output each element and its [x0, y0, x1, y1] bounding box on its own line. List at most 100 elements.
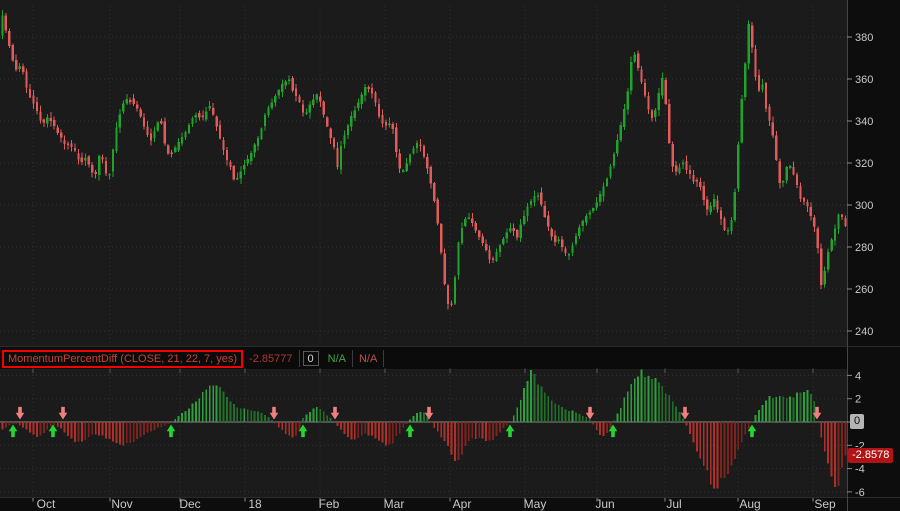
month-label: May [524, 497, 547, 511]
histogram-bar [731, 422, 733, 465]
histogram-bar [281, 422, 283, 430]
candle-body [661, 78, 663, 95]
histogram-bar [793, 398, 795, 422]
histogram-bar [205, 389, 207, 422]
histogram-bar [413, 416, 415, 422]
candle-body [361, 95, 363, 104]
candle-body [547, 216, 549, 227]
candle-body [191, 119, 193, 124]
histogram-bar [710, 422, 712, 484]
candle-body [164, 122, 166, 144]
chart-canvas[interactable]: 38036034032030028026024042-2-4-6OctNovDe… [0, 0, 900, 511]
candle-body [516, 230, 518, 237]
histogram-bar [440, 422, 442, 437]
histogram-bar [696, 422, 698, 451]
candle-body [817, 228, 819, 248]
histogram-bar [264, 415, 266, 422]
candle-body [15, 60, 17, 70]
histogram-bar [5, 422, 7, 428]
histogram-bar [572, 410, 574, 422]
histogram-bar [520, 400, 522, 422]
histogram-bar [741, 422, 743, 442]
histogram-bar [547, 396, 549, 422]
month-label: Nov [111, 497, 132, 511]
histogram-bar [544, 393, 546, 422]
histogram-bar [57, 422, 59, 427]
histogram-bar [126, 422, 128, 443]
candle-body [665, 80, 667, 104]
candle-body [305, 112, 307, 114]
histogram-bar [202, 392, 204, 422]
candle-body [122, 104, 124, 112]
candle-body [350, 116, 352, 127]
candle-body [412, 148, 414, 153]
candle-body [841, 215, 843, 217]
month-label: Aug [739, 497, 760, 511]
histogram-bar [810, 394, 812, 422]
histogram-bar [578, 414, 580, 422]
candle-body [95, 172, 97, 174]
histogram-bar [116, 422, 118, 443]
candle-body [710, 206, 712, 212]
candle-body [437, 199, 439, 223]
candle-body [219, 125, 221, 139]
candle-body [675, 166, 677, 172]
histogram-bar [344, 422, 346, 434]
histogram-bar [485, 422, 487, 441]
candle-body [558, 239, 560, 241]
candle-body [416, 143, 418, 148]
candle-body [202, 116, 204, 118]
candle-body [609, 166, 611, 176]
indicator-zero-cell: 0 [303, 351, 319, 366]
candle-body [133, 99, 135, 104]
candle-body [830, 239, 832, 250]
histogram-bar [634, 379, 636, 422]
histogram-bar [575, 413, 577, 422]
histogram-bar [295, 422, 297, 436]
histogram-bar [658, 382, 660, 422]
candle-body [222, 140, 224, 150]
candle-body [354, 110, 356, 118]
candle-body [285, 82, 287, 86]
histogram-bar [737, 422, 739, 449]
candle-body [454, 278, 456, 304]
histogram-bar [102, 422, 104, 436]
candle-body [395, 127, 397, 152]
histogram-bar [8, 422, 10, 426]
candle-body [157, 122, 159, 130]
histogram-bar [46, 422, 48, 430]
candle-body [8, 31, 10, 46]
candle-body [174, 148, 176, 152]
histogram-bar [506, 422, 508, 425]
candle-body [316, 95, 318, 100]
histogram-bar [140, 422, 142, 437]
indicator-label[interactable]: MomentumPercentDiff (CLOSE, 21, 22, 7, y… [2, 350, 243, 368]
candle-body [741, 99, 743, 142]
histogram-bar [831, 422, 833, 476]
candle-body [481, 237, 483, 244]
histogram-bar [91, 422, 93, 434]
histogram-bar [668, 395, 670, 422]
histogram-bar [306, 415, 308, 422]
histogram-bar [319, 409, 321, 422]
histogram-bar [610, 422, 612, 428]
candle-body [336, 148, 338, 167]
candle-body [775, 135, 777, 160]
candle-body [212, 108, 214, 114]
histogram-bar [368, 422, 370, 436]
histogram-bar [292, 422, 294, 437]
candle-body [67, 143, 69, 145]
candle-body [630, 62, 632, 91]
candle-body [101, 157, 103, 159]
candle-body [419, 144, 421, 146]
histogram-bar [261, 413, 263, 422]
candle-body [329, 128, 331, 138]
candle-body [526, 207, 528, 217]
histogram-bar [675, 406, 677, 422]
candle-body [744, 64, 746, 97]
candle-body [340, 146, 342, 169]
histogram-bar [537, 384, 539, 422]
histogram-bar [178, 416, 180, 422]
histogram-bar [67, 422, 69, 436]
histogram-bar [654, 378, 656, 422]
